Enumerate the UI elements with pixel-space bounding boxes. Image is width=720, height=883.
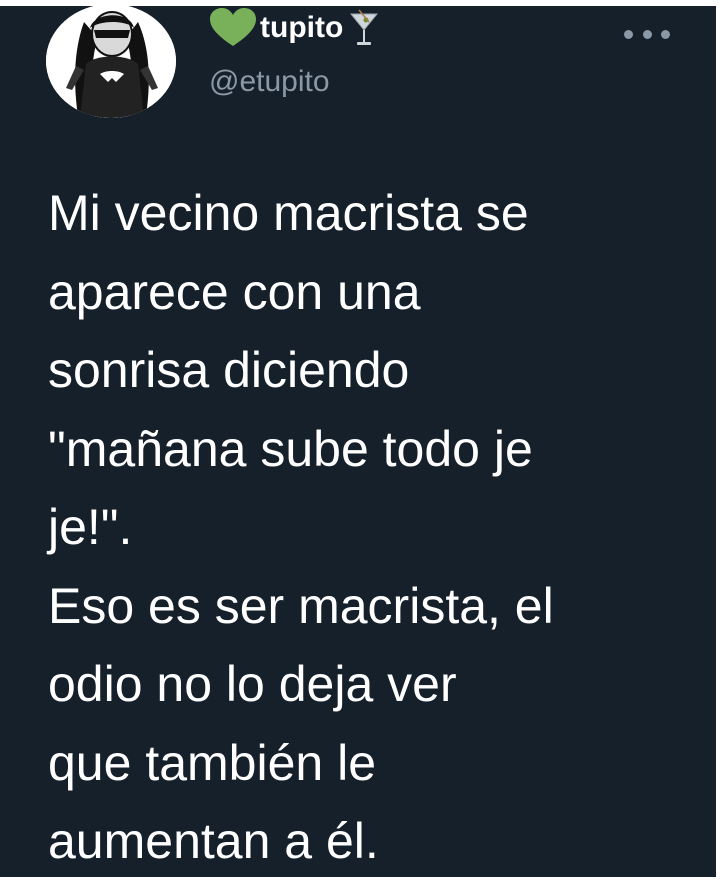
avatar[interactable]	[46, 6, 176, 118]
more-dot	[624, 29, 633, 39]
more-dot	[661, 29, 670, 39]
tweet-text-line: Eso es ser macrista, el	[48, 577, 554, 634]
tweet-card: tupito @etupito Mi vecino macrista se ap…	[0, 6, 716, 877]
tweet-text-line: aparece con una	[48, 263, 421, 320]
author-display-name: tupito	[260, 11, 344, 44]
tweet-text-line: "mañana sube todo je	[48, 420, 533, 477]
tweet-text-line: que también le	[48, 734, 377, 791]
tweet-text-line: aumentan a él.	[48, 813, 379, 869]
tweet-text-line: Mi vecino macrista se	[48, 185, 529, 241]
avatar-illustration	[46, 6, 176, 118]
more-options-icon[interactable]	[624, 24, 670, 44]
tweet-text-line: odio no lo deja ver	[48, 656, 457, 712]
tweet-text: Mi vecino macrista se aparece con una so…	[48, 174, 698, 877]
cocktail-glass-icon	[350, 9, 379, 45]
more-dot	[642, 29, 652, 39]
author-name-row[interactable]: tupito	[208, 8, 379, 48]
green-heart-icon	[210, 8, 256, 46]
tweet-text-line: sonrisa diciendo	[48, 342, 410, 398]
tweet-text-line: je!".	[48, 499, 133, 555]
author-handle[interactable]: @etupito	[209, 64, 330, 100]
